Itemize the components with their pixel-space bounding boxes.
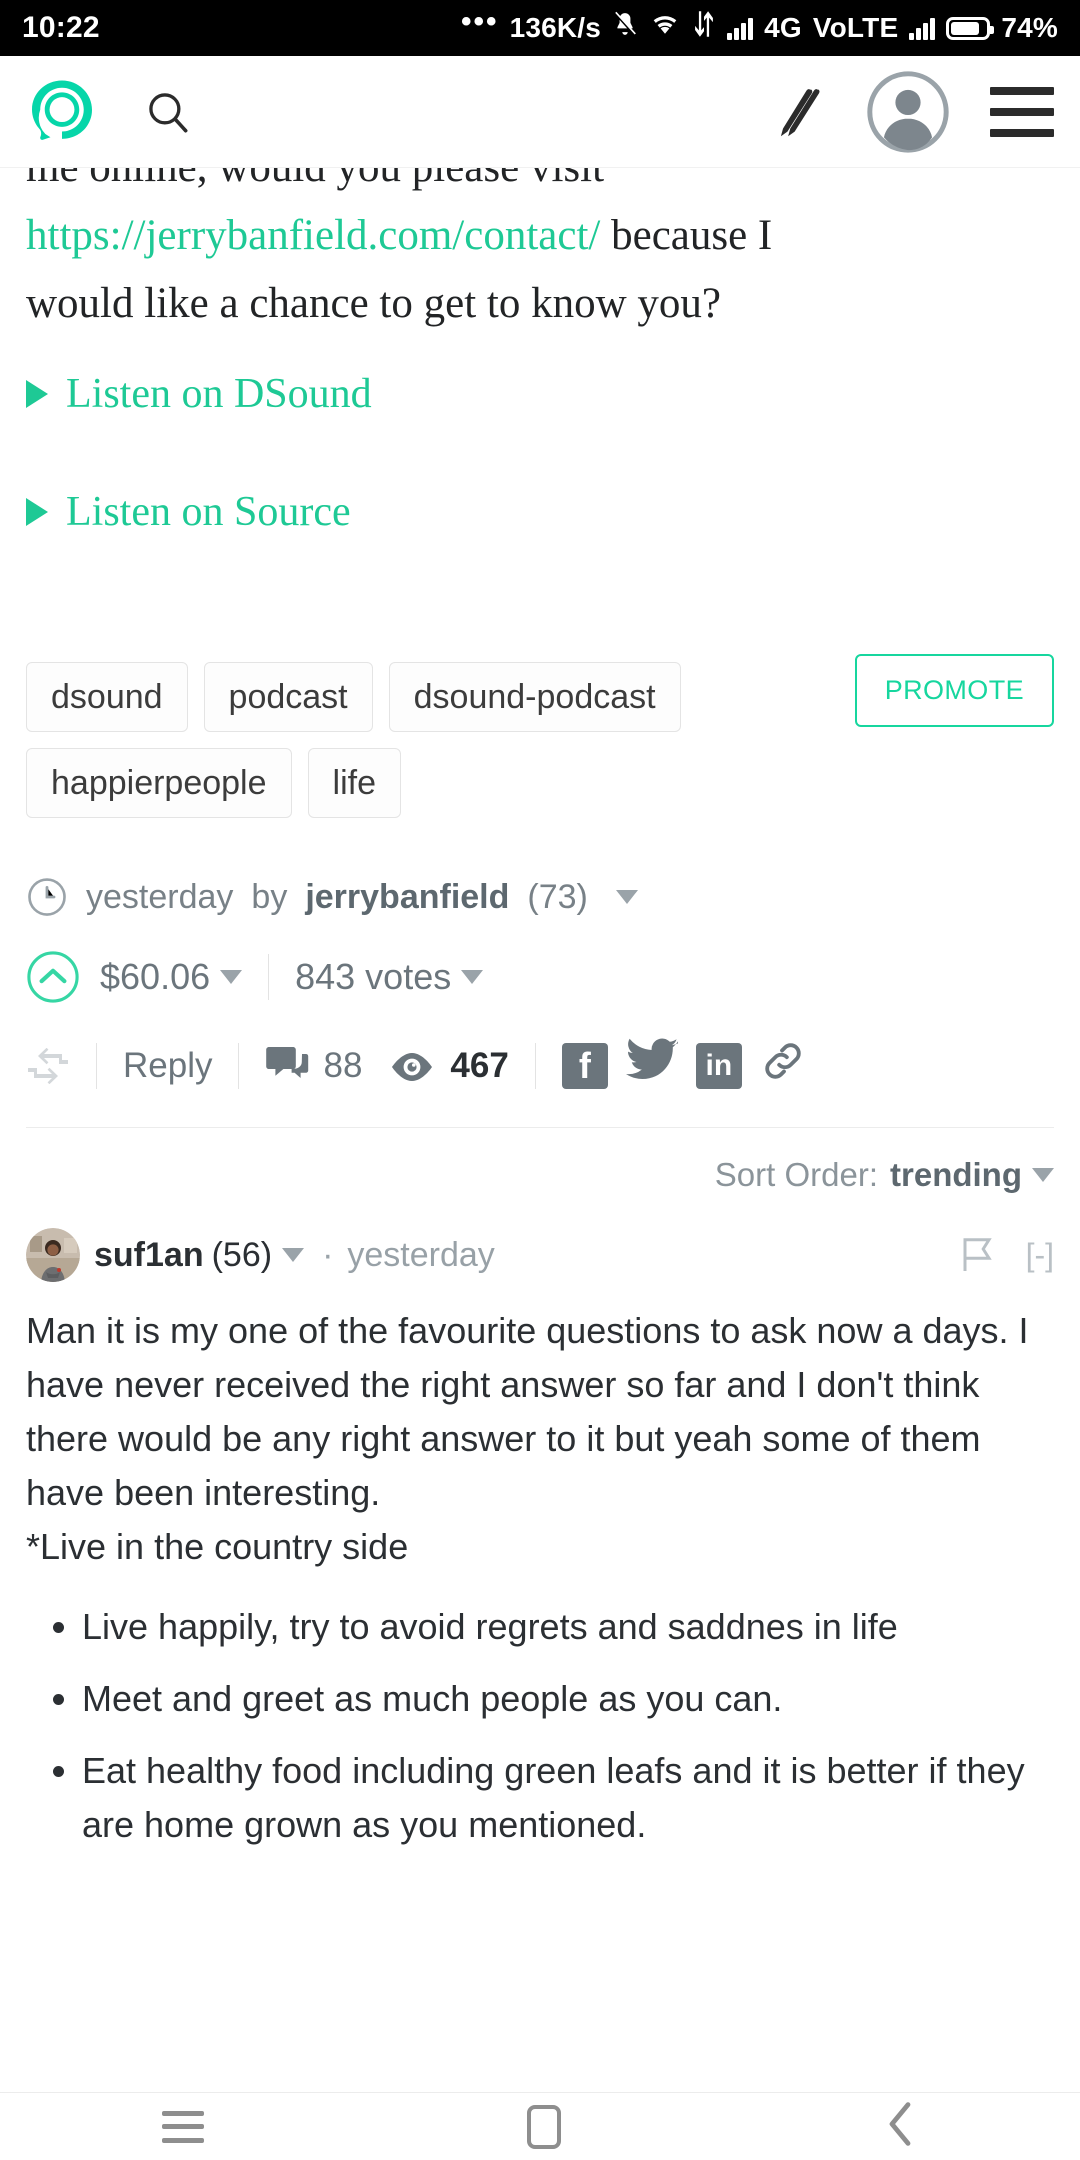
flag-icon[interactable]: [962, 1237, 992, 1273]
comment-paragraph-1: Man it is my one of the favourite questi…: [26, 1310, 1029, 1513]
signal-bars-icon-2: [909, 16, 936, 40]
post-payout-value[interactable]: $60.06: [100, 956, 210, 998]
account-avatar[interactable]: [866, 70, 950, 154]
comment-collapse-button[interactable]: [-]: [1026, 1237, 1054, 1274]
promote-button[interactable]: PROMOTE: [854, 654, 1054, 727]
divider: [534, 1042, 536, 1089]
data-transfer-icon: [692, 10, 716, 46]
listen-on-dsound-link[interactable]: Listen on DSound: [26, 364, 1080, 424]
network-type-label: 4G: [764, 12, 802, 43]
post-author-line: yesterday by jerrybanfield (73): [0, 876, 1080, 918]
mute-icon: [612, 9, 638, 47]
post-clipped-line: me online, would you please visit: [26, 168, 1054, 202]
clock-icon: [26, 876, 68, 918]
battery-percent-label: 74%: [1001, 12, 1058, 43]
view-count: 467: [450, 1045, 509, 1085]
steemit-logo[interactable]: [26, 76, 98, 148]
post-author-name[interactable]: jerrybanfield: [305, 878, 509, 917]
sort-order-control[interactable]: Sort Order: trending: [0, 1156, 1080, 1194]
comment-bullet-item: Live happily, try to avoid regrets and s…: [82, 1600, 1054, 1654]
post-votes-count[interactable]: 843 votes: [295, 956, 451, 998]
android-status-bar: 10:22 ••• 136K/s 4G VoLTE 74%: [0, 0, 1080, 56]
comment-header: suf1an (56) · yesterday [-]: [26, 1228, 1054, 1282]
recents-icon[interactable]: [161, 2110, 204, 2143]
comment-bullet-item: Eat healthy food including green leafs a…: [82, 1744, 1054, 1852]
overflow-dots-icon: •••: [461, 5, 499, 38]
payout-chevron-icon[interactable]: [220, 970, 243, 984]
resteem-icon[interactable]: [26, 1047, 70, 1084]
linkedin-icon[interactable]: in: [695, 1042, 742, 1089]
post-after-link: because I: [600, 212, 773, 259]
hamburger-menu-icon[interactable]: [990, 86, 1054, 137]
reply-button[interactable]: Reply: [123, 1046, 212, 1086]
comment-bullet-list: Live happily, try to avoid regrets and s…: [82, 1600, 1054, 1852]
post-body: me online, would you please visit https:…: [0, 168, 1080, 338]
status-clock: 10:22: [22, 11, 100, 44]
volte-label: VoLTE: [812, 12, 899, 43]
comment-body: Man it is my one of the favourite questi…: [26, 1304, 1054, 1852]
tags-block: dsound podcast dsound-podcast happierpeo…: [0, 654, 1080, 818]
upvote-icon[interactable]: [26, 950, 80, 1004]
comment-icon[interactable]: [265, 1045, 309, 1087]
search-icon[interactable]: [140, 84, 196, 140]
post-line-3: would like a chance to get to know you?: [26, 280, 721, 327]
post-payout-line: $60.06 843 votes: [0, 950, 1080, 1004]
comment-separator: ·: [322, 1235, 334, 1274]
sort-chevron-icon[interactable]: [1032, 1168, 1054, 1182]
comment-author-chevron-icon[interactable]: [282, 1248, 305, 1262]
signal-bars-icon: [727, 16, 754, 40]
divider: [96, 1042, 97, 1089]
post-scroll-area[interactable]: me online, would you please visit https:…: [0, 168, 1080, 2092]
sort-order-value: trending: [890, 1156, 1022, 1193]
home-icon[interactable]: [526, 2104, 561, 2149]
comment-item: suf1an (56) · yesterday [-] Man it is my…: [0, 1228, 1080, 1852]
comment-avatar[interactable]: [26, 1228, 80, 1282]
back-icon[interactable]: [884, 2101, 918, 2152]
post-link-line: https://jerrybanfield.com/contact/ becau…: [26, 202, 1054, 270]
section-divider: [26, 1127, 1054, 1128]
android-nav-bar: [0, 2092, 1080, 2160]
divider: [268, 954, 270, 1000]
listen-source-label: Listen on Source: [66, 489, 351, 535]
battery-icon: [946, 16, 995, 40]
comment-paragraph-2: *Live in the country side: [26, 1526, 409, 1567]
listen-dsound-label: Listen on DSound: [66, 371, 372, 417]
link-icon[interactable]: [760, 1038, 806, 1093]
twitter-icon[interactable]: [625, 1038, 678, 1093]
network-speed-label: 136K/s: [509, 12, 602, 43]
tag-item[interactable]: life: [307, 748, 401, 818]
post-time-ago: yesterday: [86, 877, 234, 916]
sort-order-label: Sort Order:: [714, 1156, 879, 1193]
app-header: [0, 56, 1080, 168]
play-triangle-icon: [26, 380, 48, 408]
share-icons: f in: [561, 1038, 806, 1093]
post-action-line: Reply 88 467 f in: [0, 1038, 1080, 1093]
by-word: by: [251, 877, 288, 916]
facebook-icon[interactable]: f: [561, 1042, 608, 1089]
tag-item[interactable]: podcast: [203, 662, 373, 732]
tag-item[interactable]: dsound-podcast: [388, 662, 681, 732]
play-triangle-icon-2: [26, 498, 48, 526]
views-eye-icon: [388, 1051, 436, 1081]
tag-item[interactable]: happierpeople: [26, 748, 292, 818]
tag-list: dsound podcast dsound-podcast happierpeo…: [26, 662, 786, 818]
comment-author-rep: (56): [211, 1235, 273, 1274]
tag-item[interactable]: dsound: [26, 662, 188, 732]
comment-time-ago: yesterday: [347, 1235, 495, 1274]
post-contact-link[interactable]: https://jerrybanfield.com/contact/: [26, 212, 600, 259]
status-icons: ••• 136K/s 4G VoLTE 74%: [461, 5, 1058, 47]
comment-count: 88: [323, 1045, 363, 1085]
pen-icon[interactable]: [768, 83, 826, 141]
listen-on-source-link[interactable]: Listen on Source: [26, 482, 1080, 542]
wifi-icon: [649, 11, 681, 45]
comment-bullet-item: Meet and greet as much people as you can…: [82, 1672, 1054, 1726]
comment-header-actions: [-]: [962, 1237, 1054, 1274]
post-author-rep: (73): [527, 877, 588, 916]
chevron-down-icon[interactable]: [615, 890, 638, 904]
divider: [238, 1042, 240, 1089]
comment-author-name[interactable]: suf1an: [94, 1236, 204, 1275]
votes-chevron-icon[interactable]: [461, 970, 484, 984]
